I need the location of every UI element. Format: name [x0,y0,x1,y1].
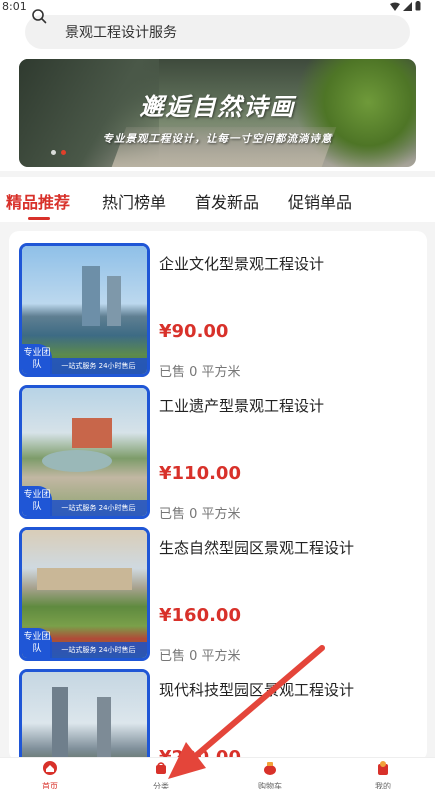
banner-indicator [51,150,66,155]
product-thumbnail: 专业团队 一站式服务 24小时售后 [19,243,150,377]
tab-promotions[interactable]: 促销单品 [288,189,352,213]
thumbnail-building [52,687,68,757]
nav-category[interactable]: 分类 [131,760,191,789]
active-tab-indicator [28,217,50,220]
banner-title: 邂逅自然诗画 [139,93,296,121]
status-time: 8:01 [2,0,27,13]
team-badge: 专业团队 [22,486,52,516]
category-tabs: 精品推荐 热门榜单 首发新品 促销单品 [0,185,435,221]
banner-dot [51,150,56,155]
bottom-navigation: 首页 分类 购物车 我的 [0,757,435,789]
thumbnail-building [37,568,132,590]
product-thumbnail: 专业团队 一站式服务 24小时售后 [19,527,150,661]
product-sold: 已售 0 平方米 [159,365,241,380]
battery-icon [415,1,421,11]
thumbnail-building [82,266,100,326]
product-name: 现代科技型园区景观工程设计 [159,681,355,699]
thumbnail-building [97,697,111,757]
nav-cart-label: 购物车 [258,782,282,789]
nav-home[interactable]: 首页 [20,760,80,789]
tab-featured[interactable]: 精品推荐 [6,189,70,213]
team-badge: 专业团队 [22,628,52,658]
thumbnail-building [107,276,121,326]
service-strip: 一站式服务 24小时售后 [50,358,147,374]
product-thumbnail: 专业团队 一站式服务 24小时售后 [19,385,150,519]
product-price: ¥90.00 [159,321,229,342]
wifi-icon [390,2,400,11]
search-bar[interactable]: 景观工程设计服务 [25,15,410,49]
product-item[interactable]: 现代科技型园区景观工程设计 ¥220.00 [9,669,427,761]
product-list: 专业团队 一站式服务 24小时售后 企业文化型景观工程设计 ¥90.00 已售 … [9,231,427,761]
signal-icon [403,1,412,11]
product-sold: 已售 0 平方米 [159,507,241,522]
home-icon [43,761,57,775]
nav-category-label: 分类 [153,782,169,789]
tab-new-arrivals[interactable]: 首发新品 [195,189,259,213]
nav-profile[interactable]: 我的 [353,760,413,789]
thumbnail-sculpture [72,418,112,448]
status-bar: 8:01 [0,0,435,14]
nav-cart[interactable]: 购物车 [240,760,300,789]
service-strip: 一站式服务 24小时售后 [50,642,147,658]
product-price: ¥110.00 [159,463,241,484]
banner-subtitle: 专业景观工程设计，让每一寸空间都流淌诗意 [102,133,333,145]
product-thumbnail [19,669,150,761]
product-name: 企业文化型景观工程设计 [159,255,325,273]
service-strip: 一站式服务 24小时售后 [50,500,147,516]
section-divider [0,171,435,177]
product-name: 生态自然型园区景观工程设计 [159,539,355,557]
profile-icon [378,761,388,775]
category-icon [156,762,166,774]
promo-banner[interactable]: 邂逅自然诗画 专业景观工程设计，让每一寸空间都流淌诗意 [19,59,416,167]
product-sold: 已售 0 平方米 [159,649,241,664]
banner-dot-active [61,150,66,155]
product-name: 工业遗产型景观工程设计 [159,397,325,415]
product-item[interactable]: 专业团队 一站式服务 24小时售后 企业文化型景观工程设计 ¥90.00 已售 … [9,243,427,380]
search-text: 景观工程设计服务 [65,25,177,41]
nav-home-label: 首页 [42,782,58,789]
team-badge: 专业团队 [22,344,52,374]
search-icon [32,9,47,24]
tab-hot-list[interactable]: 热门榜单 [102,189,166,213]
thumbnail-pond [42,450,112,472]
status-icons [390,1,421,11]
product-price: ¥160.00 [159,605,241,626]
product-item[interactable]: 专业团队 一站式服务 24小时售后 工业遗产型景观工程设计 ¥110.00 已售… [9,385,427,522]
product-item[interactable]: 专业团队 一站式服务 24小时售后 生态自然型园区景观工程设计 ¥160.00 … [9,527,427,664]
cart-icon [264,762,276,775]
thumbnail-image [22,672,147,761]
nav-profile-label: 我的 [375,782,391,789]
